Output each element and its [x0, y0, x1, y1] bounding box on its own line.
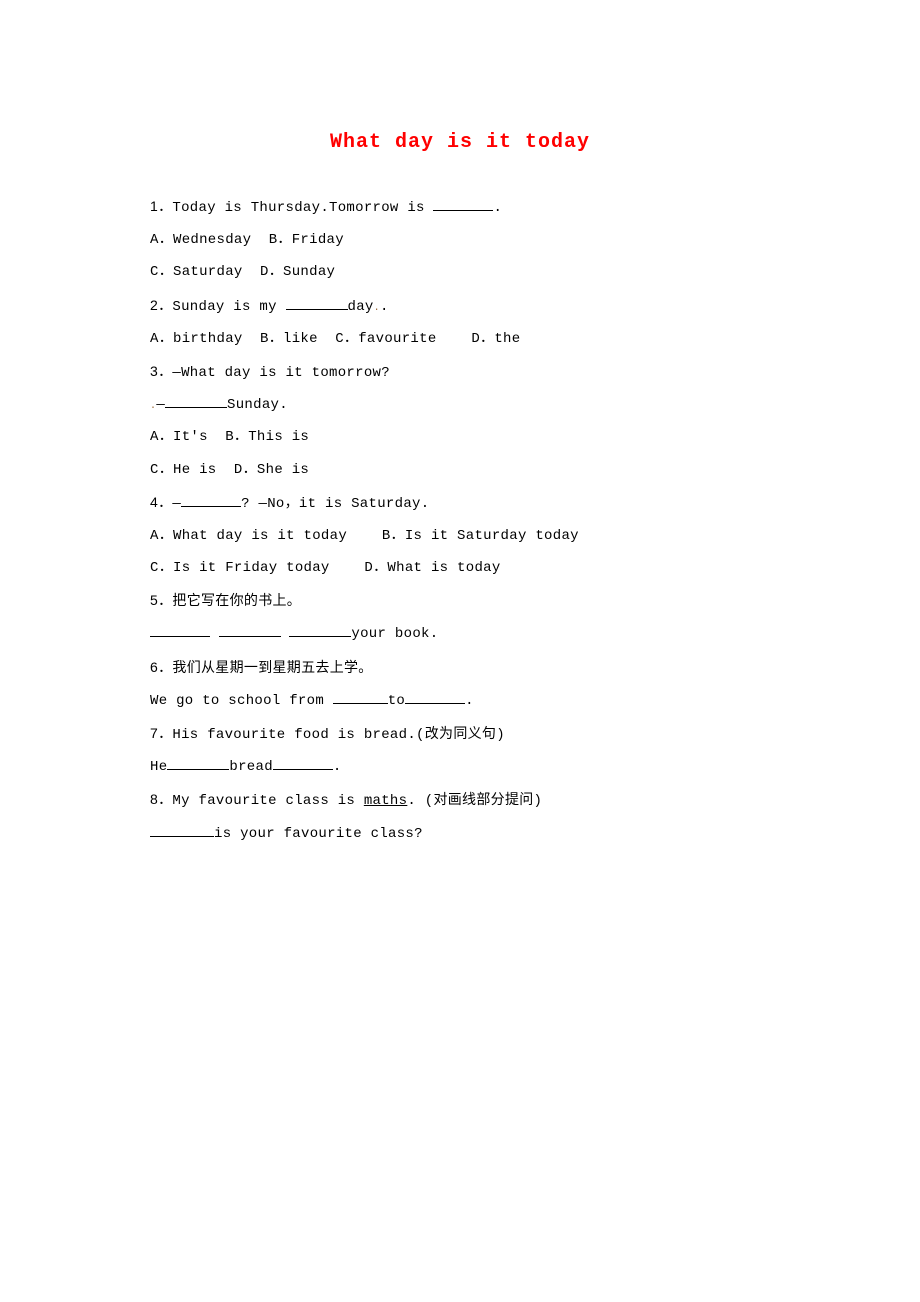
q6-answer-after: . [465, 693, 474, 709]
q8-text-before: My favourite class is [172, 793, 363, 809]
q4-blank [181, 493, 241, 507]
q5-number: 5． [150, 592, 172, 608]
q2-number: 2． [150, 297, 172, 313]
q7-answer-before: He [150, 759, 167, 775]
q3-text-after: Sunday. [227, 397, 288, 413]
q4-options-2: C．Is it Friday today D．What is today [150, 552, 770, 584]
q8-answer-after: is your favourite class? [214, 826, 423, 842]
q2-text-before: Sunday is my [172, 299, 285, 315]
q7-text: His favourite food is bread.(改为同义句) [172, 727, 505, 743]
worksheet-title: What day is it today [150, 120, 770, 166]
q5-answer-after: your book. [351, 626, 438, 642]
q7-number: 7． [150, 725, 172, 741]
q1-blank [433, 197, 493, 211]
q6-blank-1 [333, 690, 388, 704]
q3-options-2: C．He is D．She is [150, 454, 770, 486]
q5-answer-line: your book. [150, 618, 770, 650]
q8-stem: 8．My favourite class is maths. (对画线部分提问) [150, 783, 770, 817]
q3-stem: 3．—What day is it tomorrow? [150, 355, 770, 389]
q8-number: 8． [150, 791, 172, 807]
q5-stem: 5．把它写在你的书上。 [150, 584, 770, 618]
q3-options-1: A．It's B．This is [150, 421, 770, 453]
q1-text-before: Today is Thursday.Tomorrow is [172, 200, 433, 216]
q2-options: A．birthday B．like C．favourite D．the [150, 323, 770, 355]
q4-number: 4． [150, 494, 172, 510]
q6-blank-2 [405, 690, 465, 704]
q6-answer-line: We go to school from to. [150, 685, 770, 717]
q6-text: 我们从星期一到星期五去上学。 [172, 661, 372, 677]
q1-stem: 1．Today is Thursday.Tomorrow is . [150, 190, 770, 224]
q6-answer-before: We go to school from [150, 693, 333, 709]
q5-blank-3 [289, 623, 351, 637]
q4-qmark: ? —No，it is Saturday. [241, 496, 429, 512]
q8-underlined: maths [364, 793, 408, 809]
q7-answer-line: He bread. [150, 751, 770, 783]
q4-options-1: A．What day is it today B．Is it Saturday … [150, 520, 770, 552]
q2-stem: 2．Sunday is my day.. [150, 289, 770, 323]
q6-number: 6． [150, 659, 172, 675]
q3-text: —What day is it tomorrow? [172, 365, 390, 381]
q5-blank-1 [150, 623, 210, 637]
q1-number: 1． [150, 198, 172, 214]
q7-answer-mid: bread [229, 759, 273, 775]
q3-blank [165, 394, 227, 408]
q4-dash-before: — [172, 496, 181, 512]
q7-answer-after: . [333, 759, 342, 775]
q8-text-after: . (对画线部分提问) [407, 793, 542, 809]
q5-text: 把它写在你的书上。 [172, 594, 301, 610]
q8-blank [150, 823, 214, 837]
q1-options-2: C．Saturday D．Sunday [150, 256, 770, 288]
q3-answer-line: .—Sunday. [150, 389, 770, 421]
q4-stem: 4．— ? —No，it is Saturday. [150, 486, 770, 520]
q7-blank-2 [273, 756, 333, 770]
q3-dash: — [156, 397, 165, 413]
q5-blank-2 [219, 623, 281, 637]
q7-blank-1 [167, 756, 229, 770]
q6-answer-mid: to [388, 693, 405, 709]
q2-text-after: day [348, 299, 374, 315]
q6-stem: 6．我们从星期一到星期五去上学。 [150, 651, 770, 685]
q1-text-after: . [493, 200, 502, 216]
q2-blank [286, 296, 348, 310]
q8-answer-line: is your favourite class? [150, 818, 770, 850]
q3-number: 3． [150, 363, 172, 379]
q7-stem: 7．His favourite food is bread.(改为同义句) [150, 717, 770, 751]
q1-options-1: A．Wednesday B．Friday [150, 224, 770, 256]
